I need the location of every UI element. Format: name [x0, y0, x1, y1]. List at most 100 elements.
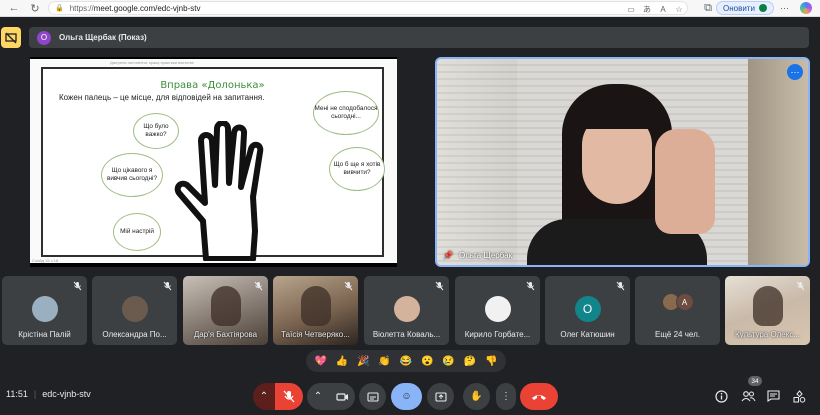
bubble-disliked: Мені не сподобалося сьогодні...: [313, 91, 379, 135]
participant-video-figure: [752, 286, 783, 326]
audio-options-chevron-icon[interactable]: ⌃: [253, 383, 275, 410]
mic-off-icon: [524, 280, 536, 292]
bottom-toolbar: 11:51 | edc-vjnb-stv ⌃ ⌃ ☺ ✋ ⋮ 34: [0, 376, 820, 415]
presenter-avatar: О: [37, 30, 51, 45]
emoji-reactions-button[interactable]: ☺: [391, 383, 422, 410]
mic-off-button[interactable]: [275, 383, 303, 410]
reaction-emoji[interactable]: 👎: [485, 356, 497, 367]
participant-name: Віолетта Коваль...: [372, 330, 441, 339]
presentation-tile[interactable]: Джерела натхнення: кращі практики вчител…: [30, 57, 397, 267]
favorite-star-icon[interactable]: ☆: [671, 5, 687, 14]
participant-avatar: [484, 296, 511, 322]
lock-icon: 🔒: [55, 5, 64, 12]
copilot-icon[interactable]: [800, 2, 812, 14]
more-options-button[interactable]: ⋮: [496, 383, 516, 410]
participant-tile[interactable]: Культура Олекс...: [725, 276, 810, 345]
back-arrow-icon[interactable]: ←: [7, 1, 21, 15]
presenter-bar: О Ольга Щербак (Показ): [29, 27, 809, 48]
presenter-label: Ольга Щербак (Показ): [59, 33, 147, 42]
reaction-emoji[interactable]: 👍: [336, 356, 348, 367]
update-button[interactable]: Оновити: [716, 1, 774, 15]
participant-video-figure: [300, 286, 331, 326]
present-screen-button[interactable]: [427, 383, 454, 410]
reactions-bar: 💖 👍 🎉 👏 😂 😮 😢 🤔 👎: [306, 350, 506, 372]
participant-avatar: [121, 296, 148, 322]
update-label: Оновити: [723, 3, 755, 13]
bubble-mood: Мій настрій: [113, 213, 161, 251]
more-participants-avatars: А: [661, 293, 694, 311]
slide-frame: Вправа «Долонька» Кожен палець – це місц…: [41, 67, 385, 261]
leave-call-button[interactable]: [520, 383, 558, 410]
captions-button[interactable]: [359, 383, 386, 410]
pin-icon[interactable]: 📌: [443, 251, 453, 260]
mic-off-icon: [794, 280, 806, 292]
mic-off-icon: [614, 280, 626, 292]
mic-off-icon: [252, 280, 264, 292]
info-icon: [714, 389, 728, 403]
url-protocol: https://: [69, 3, 94, 13]
meeting-info: 11:51 | edc-vjnb-stv: [6, 389, 91, 399]
participant-name: Таїсія Четверяко...: [281, 330, 350, 339]
participant-tile[interactable]: Таїсія Четверяко...: [273, 276, 358, 345]
participant-tile[interactable]: Кирило Горбате...: [455, 276, 540, 345]
main-video-tile[interactable]: ⋯ 📌 Ольга Щербак: [435, 57, 810, 267]
participant-tile[interactable]: А Ещё 24 чел.: [635, 276, 720, 345]
translate-icon[interactable]: あ: [639, 4, 655, 15]
reaction-emoji[interactable]: 🤔: [464, 356, 476, 367]
activities-button[interactable]: [788, 385, 810, 407]
bubble-learned: Що цікавого я вивчив сьогодні?: [101, 153, 163, 197]
people-button[interactable]: [737, 385, 759, 407]
meeting-details-button[interactable]: [710, 385, 732, 407]
bubble-hard: Що було важко?: [133, 113, 179, 149]
read-aloud-icon[interactable]: A: [655, 5, 671, 14]
main-video-label: 📌 Ольга Щербак: [443, 251, 512, 260]
reaction-emoji[interactable]: 😂: [400, 356, 412, 367]
reaction-emoji[interactable]: 😢: [442, 356, 454, 367]
participant-tile[interactable]: Олександра По...: [92, 276, 177, 345]
extensions-icon[interactable]: ⧉: [701, 1, 715, 15]
browser-menu-icon[interactable]: ⋯: [780, 3, 789, 14]
reload-icon[interactable]: ↻: [28, 1, 42, 15]
participant-name: Культура Олекс...: [735, 330, 800, 339]
participant-tile[interactable]: Дар'я Бахтіярова: [183, 276, 268, 345]
participant-name: Кирило Горбате...: [464, 330, 531, 339]
slide-header: Джерела натхнення: кращі практики вчител…: [110, 60, 194, 65]
more-vert-icon: ⋮: [501, 391, 511, 402]
slide-footer: Слайд 15 з 18: [32, 258, 59, 263]
stop-presenting-icon[interactable]: [1, 27, 21, 48]
address-bar[interactable]: 🔒 https://meet.google.com/edc-vjnb-stv ▭…: [48, 1, 688, 15]
participant-tile[interactable]: О Олег Катюшин: [545, 276, 630, 345]
participant-avatar-letter: А: [675, 293, 694, 311]
camera-button[interactable]: [329, 383, 355, 410]
update-status-icon: [758, 4, 767, 12]
reaction-emoji[interactable]: 😮: [421, 356, 433, 367]
camera-permission-icon[interactable]: ▭: [623, 5, 639, 14]
participant-video-figure: [210, 286, 241, 326]
participant-name: Крістіна Палій: [18, 330, 71, 339]
bubble-want-learn: Що б ще я хотів вивчити?: [329, 147, 385, 191]
present-screen-icon: [434, 391, 447, 402]
slide-title: Вправа «Долонька»: [160, 80, 265, 91]
camera-icon: [335, 392, 348, 401]
slide: Джерела натхнення: кращі практики вчител…: [30, 59, 397, 263]
mic-off-icon: [342, 280, 354, 292]
participant-tile[interactable]: Віолетта Коваль...: [364, 276, 449, 345]
mic-off-icon: [283, 390, 295, 403]
participant-name: Олександра По...: [102, 330, 167, 339]
meeting-code: edc-vjnb-stv: [42, 389, 91, 399]
participant-name: Дар'я Бахтіярова: [193, 330, 258, 339]
clock-time: 11:51: [6, 389, 28, 399]
participant-tile[interactable]: Крістіна Палій: [2, 276, 87, 345]
video-options-chevron-icon[interactable]: ⌃: [307, 383, 329, 410]
raise-hand-icon: ✋: [470, 391, 483, 402]
hand-illustration: [174, 121, 264, 261]
tile-more-options-icon[interactable]: ⋯: [787, 64, 803, 80]
participant-avatar: [31, 296, 58, 322]
reaction-emoji[interactable]: 🎉: [357, 356, 369, 367]
browser-toolbar: ← ↻ 🔒 https://meet.google.com/edc-vjnb-s…: [0, 0, 820, 17]
reaction-emoji[interactable]: 👏: [378, 356, 390, 367]
raise-hand-button[interactable]: ✋: [463, 383, 490, 410]
chat-button[interactable]: [762, 385, 784, 407]
activities-icon: [793, 389, 805, 403]
reaction-emoji[interactable]: 💖: [314, 356, 326, 367]
